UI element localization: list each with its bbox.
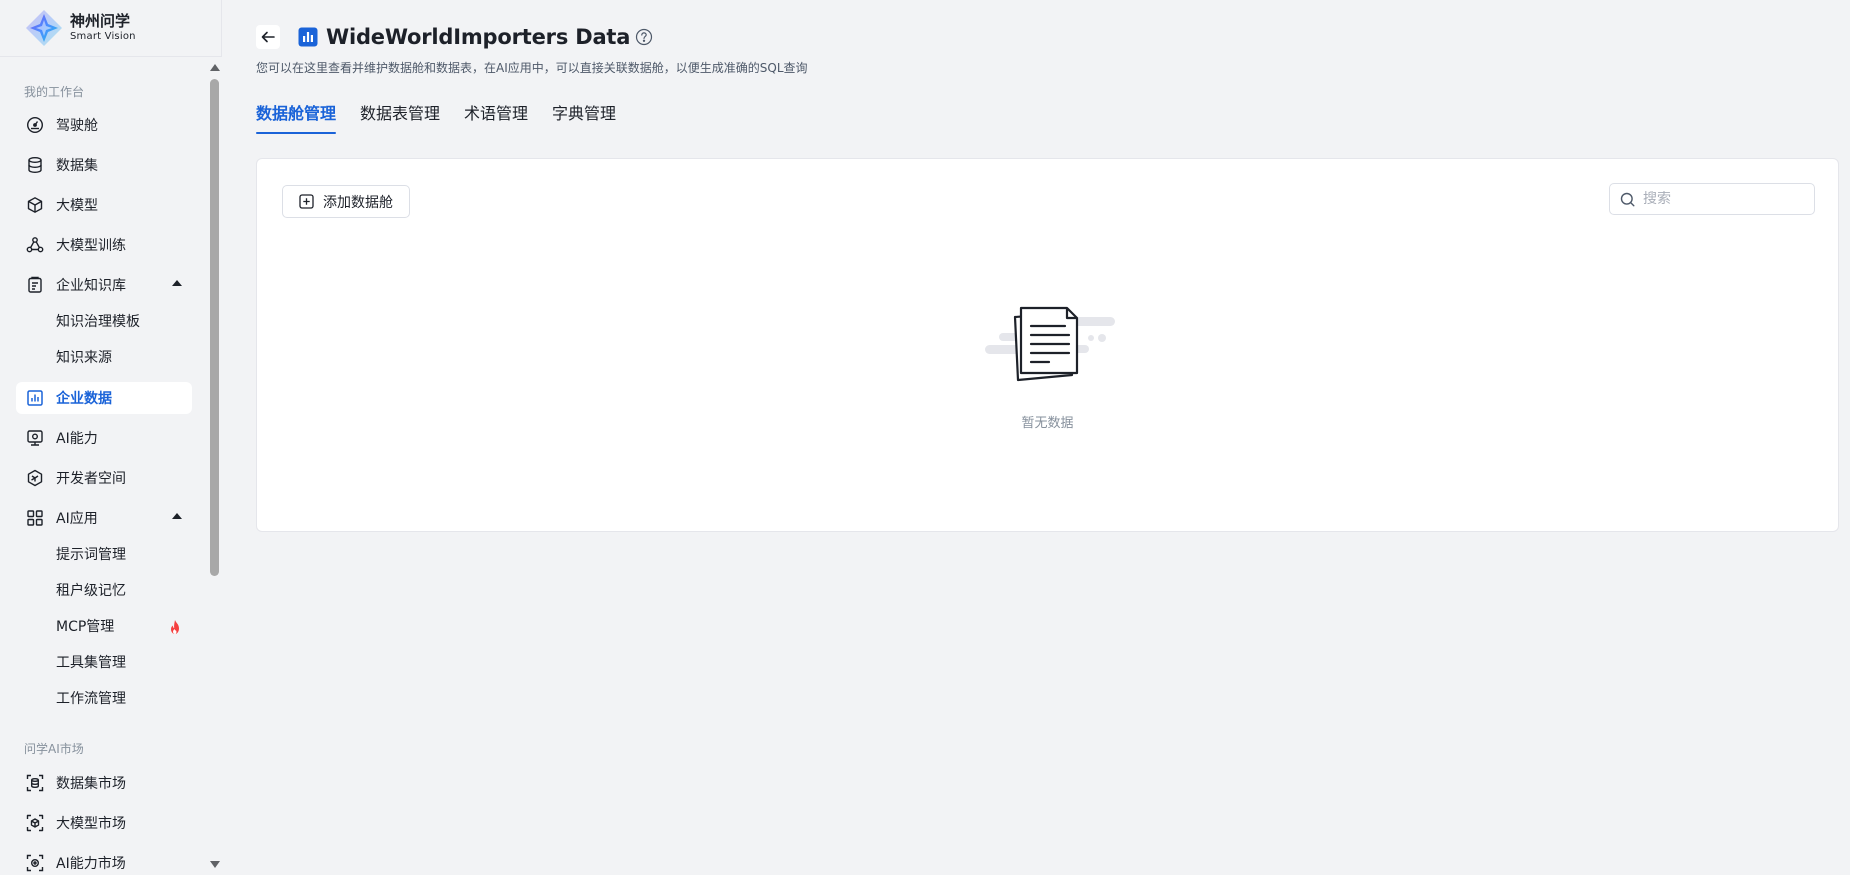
sidebar-item-label: 驾驶舱 [56,118,98,134]
sidebar-item-model-market[interactable]: 大模型市场 [16,807,192,839]
brand[interactable]: 神州问学 Smart Vision [0,0,221,57]
collapse-caret-icon[interactable] [172,513,182,519]
page-title: WideWorldImporters Data [326,25,631,49]
dashboard-icon [26,116,44,134]
sidebar-item-developer[interactable]: 开发者空间 [16,462,192,494]
sidebar-item-label: AI能力 [56,431,98,447]
content-card: 添加数据舱 暂无数据 [256,158,1839,532]
tab-bar: 数据舱管理 数据表管理 术语管理 字典管理 [256,100,640,134]
sidebar-item-label: 企业知识库 [56,278,126,294]
empty-state-text: 暂无数据 [1021,416,1074,431]
add-data-cabin-label: 添加数据舱 [323,194,393,211]
brand-name: 神州问学 [70,12,131,30]
sidebar-item-dashboard[interactable]: 驾驶舱 [16,109,192,141]
add-data-cabin-button[interactable]: 添加数据舱 [282,185,410,218]
sidebar-item-label: AI能力市场 [56,856,126,872]
sidebar-item-knowledge[interactable]: 企业知识库 [16,269,192,301]
sidebar-item-label: 大模型训练 [56,238,126,254]
tab-dictionary[interactable]: 字典管理 [552,100,616,134]
arrow-left-icon [261,31,275,43]
sidebar-item-model-training[interactable]: 大模型训练 [16,229,192,261]
database-icon [26,156,44,174]
tab-data-table[interactable]: 数据表管理 [360,100,440,134]
sidebar-item-dataset[interactable]: 数据集 [16,149,192,181]
hot-fire-icon [171,620,179,634]
back-button[interactable] [256,25,280,49]
main-content: WideWorldImporters Data 您可以在这里查看并维护数据舱和数… [256,0,1840,875]
sidebar: 神州问学 Smart Vision 我的工作台 驾驶舱 数据集 大模型 大模型训… [0,0,222,875]
sidebar-item-model[interactable]: 大模型 [16,189,192,221]
chart-icon [26,389,44,407]
sidebar-scrollbar[interactable] [207,57,222,875]
scrollbar-thumb[interactable] [210,79,219,576]
apps-grid-icon [26,509,44,527]
sidebar-subitem-prompt[interactable]: 提示词管理 [56,545,126,565]
developer-icon [26,469,44,487]
collapse-caret-icon[interactable] [172,280,182,286]
sidebar-subitem-workflow[interactable]: 工作流管理 [56,689,126,709]
cube-icon [26,196,44,214]
logo-icon [26,10,62,46]
search-input[interactable] [1643,191,1803,207]
sidebar-subitem-toolset[interactable]: 工具集管理 [56,653,126,673]
sidebar-subitem-knowledge-source[interactable]: 知识来源 [56,348,112,368]
training-icon [26,236,44,254]
sidebar-item-ai-apps[interactable]: AI应用 [16,502,192,534]
brand-subtitle: Smart Vision [70,31,136,42]
help-circle-icon[interactable] [635,28,653,46]
empty-document-icon [985,306,1115,382]
section-title-market: 问学AI市场 [24,742,84,756]
model-market-icon [26,814,44,832]
scroll-up-arrow-icon[interactable] [210,64,220,71]
sidebar-subitem-knowledge-template[interactable]: 知识治理模板 [56,312,140,332]
dataset-market-icon [26,774,44,792]
plus-square-icon [299,194,314,209]
ai-capability-icon [26,429,44,447]
sidebar-item-ai-market[interactable]: AI能力市场 [16,847,192,875]
sidebar-item-label: 大模型市场 [56,816,126,832]
sidebar-item-label: 数据集市场 [56,776,126,792]
sidebar-subitem-mcp[interactable]: MCP管理 [56,617,114,637]
sidebar-nav: 我的工作台 驾驶舱 数据集 大模型 大模型训练 企业知识库 知识治理模板 知识来… [0,57,207,875]
page-header: WideWorldImporters Data [256,22,653,52]
sidebar-subitem-tenant-memory[interactable]: 租户级记忆 [56,581,126,601]
tab-data-cabin[interactable]: 数据舱管理 [256,100,337,134]
sidebar-item-label: 企业数据 [56,391,112,407]
sidebar-item-label: 数据集 [56,158,98,174]
tab-terminology[interactable]: 术语管理 [464,100,528,134]
search-icon [1620,192,1635,206]
ai-market-icon [26,854,44,872]
sidebar-item-ai-capability[interactable]: AI能力 [16,422,192,454]
page-subtitle: 您可以在这里查看并维护数据舱和数据表，在AI应用中，可以直接关联数据舱，以便生成… [256,61,808,75]
section-title-workspace: 我的工作台 [24,85,85,99]
sidebar-item-label: 大模型 [56,198,98,214]
sidebar-item-enterprise-data[interactable]: 企业数据 [16,382,192,414]
scroll-down-arrow-icon[interactable] [210,861,220,868]
knowledge-icon [26,276,44,294]
data-chart-icon [298,27,318,47]
sidebar-item-dataset-market[interactable]: 数据集市场 [16,767,192,799]
sidebar-item-label: 开发者空间 [56,471,126,487]
search-box[interactable] [1609,183,1815,215]
sidebar-item-label: AI应用 [56,511,98,527]
